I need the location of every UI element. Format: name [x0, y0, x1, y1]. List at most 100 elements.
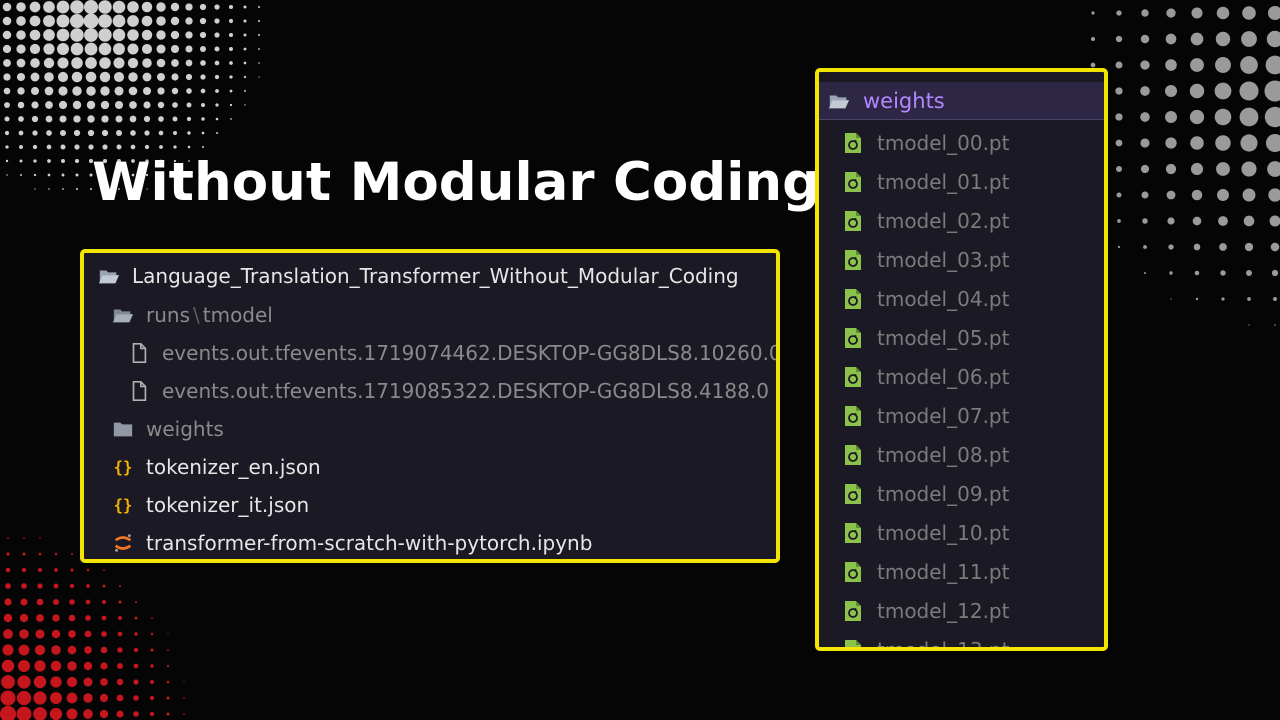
model-file-row[interactable]: tmodel_12.pt — [843, 596, 1009, 626]
event-file-label: events.out.tfevents.1719074462.DESKTOP-G… — [162, 341, 780, 365]
halftone-dot — [1141, 191, 1149, 199]
tree-folder-runs[interactable]: runs \ tmodel — [112, 300, 273, 330]
model-file-row[interactable]: tmodel_11.pt — [843, 557, 1009, 587]
halftone-dot — [100, 646, 108, 654]
model-file-row[interactable]: tmodel_03.pt — [843, 245, 1009, 275]
halftone-dot — [34, 188, 36, 190]
model-file-row[interactable]: tmodel_08.pt — [843, 440, 1009, 470]
halftone-dot — [1115, 87, 1123, 95]
slide-title: Without Modular Coding — [92, 152, 821, 213]
halftone-dot — [70, 568, 74, 572]
halftone-dot — [243, 5, 247, 9]
tree-file-tokenizer-it[interactable]: {} tokenizer_it.json — [112, 490, 310, 520]
halftone-dot — [18, 644, 30, 656]
halftone-dot — [215, 117, 219, 121]
weights-folder-panel: weights tmodel_00.pt tmodel_01.pt tmodel_0… — [815, 68, 1108, 651]
halftone-dot — [85, 615, 91, 621]
halftone-dot — [1143, 245, 1147, 249]
halftone-dot — [17, 675, 31, 689]
halftone-dot — [1239, 107, 1259, 127]
halftone-dot — [16, 44, 26, 54]
halftone-dot — [1190, 58, 1204, 72]
halftone-dot — [5, 145, 9, 149]
halftone-dot — [117, 631, 123, 637]
halftone-dot — [170, 16, 180, 26]
model-file-row[interactable]: tmodel_04.pt — [843, 284, 1009, 314]
halftone-dot — [156, 16, 166, 26]
halftone-dot — [229, 103, 233, 107]
halftone-dot — [102, 600, 106, 604]
halftone-dot — [228, 32, 234, 38]
halftone-dot — [200, 102, 206, 108]
halftone-dot — [167, 633, 169, 635]
halftone-dot — [50, 660, 62, 672]
halftone-dot — [1090, 36, 1096, 42]
halftone-dot — [31, 101, 39, 109]
halftone-dot — [100, 100, 110, 110]
tree-file-event-2[interactable]: events.out.tfevents.1719085322.DESKTOP-G… — [128, 376, 769, 406]
halftone-dot — [201, 131, 205, 135]
pytorch-file-icon — [845, 562, 861, 582]
halftone-dot — [1243, 215, 1255, 227]
tree-file-tokenizer-en[interactable]: {} tokenizer_en.json — [112, 452, 321, 482]
model-file-row[interactable]: tmodel_00.pt — [843, 128, 1009, 158]
halftone-dot — [214, 46, 220, 52]
halftone-dot — [1189, 109, 1205, 125]
model-file-row[interactable]: tmodel_07.pt — [843, 401, 1009, 431]
halftone-dot — [185, 17, 193, 25]
model-file-label: tmodel_04.pt — [877, 287, 1010, 311]
folder-open-icon — [112, 309, 134, 323]
halftone-dot — [33, 159, 37, 163]
halftone-dot — [1165, 137, 1177, 149]
halftone-dot — [1242, 188, 1256, 202]
halftone-dot — [1220, 270, 1226, 276]
halftone-dot — [1191, 7, 1203, 19]
tree-file-event-1[interactable]: events.out.tfevents.1719074462.DESKTOP-G… — [128, 338, 780, 368]
weights-folder-label: weights — [146, 417, 224, 441]
halftone-dot — [22, 552, 26, 556]
model-file-row[interactable]: tmodel_05.pt — [843, 323, 1009, 353]
halftone-dot — [1215, 135, 1231, 151]
tree-root-folder[interactable]: Language_Translation_Transformer_Without… — [98, 261, 739, 291]
halftone-dot — [116, 678, 124, 686]
halftone-dot — [101, 631, 107, 637]
halftone-dot — [100, 662, 108, 670]
halftone-dot — [116, 710, 124, 718]
halftone-dot — [53, 583, 59, 589]
halftone-dot — [83, 677, 93, 687]
tree-folder-weights[interactable]: weights — [112, 414, 224, 444]
halftone-dot — [187, 145, 191, 149]
halftone-dot — [86, 584, 90, 588]
model-file-row[interactable]: tmodel_01.pt — [843, 167, 1009, 197]
halftone-dot — [1270, 242, 1280, 252]
halftone-dot — [201, 117, 205, 121]
halftone-dot — [1142, 218, 1148, 224]
file-icon — [132, 381, 147, 401]
model-file-label: tmodel_02.pt — [877, 209, 1010, 233]
model-file-row[interactable]: tmodel_09.pt — [843, 479, 1009, 509]
model-file-row[interactable]: tmodel_02.pt — [843, 206, 1009, 236]
halftone-dot — [158, 130, 164, 136]
halftone-dot — [1141, 9, 1149, 17]
halftone-dot — [133, 711, 139, 717]
halftone-dot — [83, 709, 93, 719]
model-file-row[interactable]: tmodel_13.pt — [843, 635, 1009, 647]
halftone-dot — [1140, 138, 1150, 148]
halftone-dot — [112, 28, 126, 42]
tree-file-notebook[interactable]: transformer-from-scratch-with-pytorch.ip… — [112, 528, 592, 558]
halftone-dot — [66, 692, 78, 704]
halftone-dot — [6, 552, 10, 556]
halftone-dot — [73, 129, 81, 137]
halftone-dot — [166, 696, 170, 700]
halftone-dot — [258, 6, 260, 8]
weights-folder-header[interactable]: weights — [819, 82, 1104, 120]
model-file-row[interactable]: tmodel_10.pt — [843, 518, 1009, 548]
halftone-dot — [115, 129, 123, 137]
halftone-dot — [16, 706, 32, 720]
halftone-dot — [30, 58, 40, 68]
model-file-row[interactable]: tmodel_06.pt — [843, 362, 1009, 392]
halftone-dot — [157, 87, 165, 95]
halftone-dot — [228, 18, 234, 24]
halftone-dot — [133, 663, 139, 669]
jupyter-icon — [114, 534, 132, 552]
